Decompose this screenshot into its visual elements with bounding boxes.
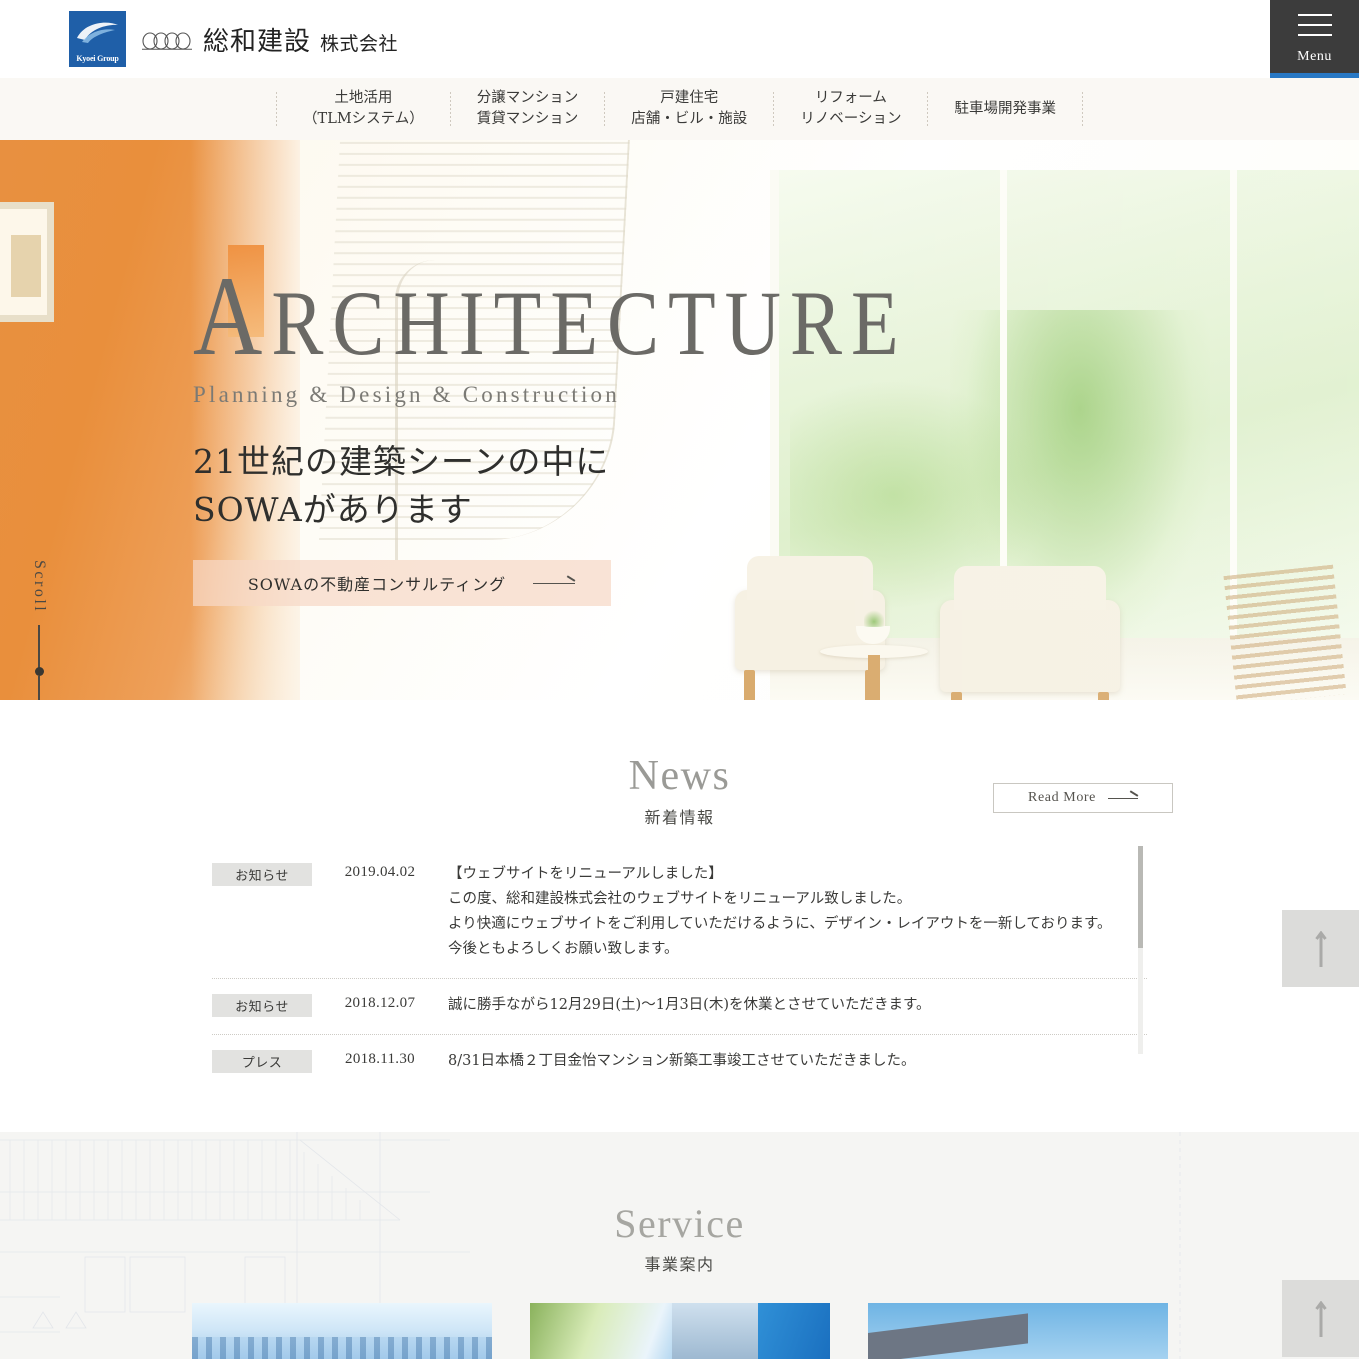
four-rings-icon [142, 31, 192, 50]
news-section: News 新着情報 Read More お知らせ 2019.04.02 【ウェブ… [0, 700, 1359, 1132]
nav-item-label-line1: 戸建住宅 [660, 90, 719, 106]
nav-item-label-line1: 分譲マンション [476, 90, 579, 106]
news-category-badge: お知らせ [212, 863, 312, 886]
menu-button[interactable]: Menu [1270, 0, 1359, 78]
service-card[interactable] [867, 1303, 1168, 1359]
news-category-badge: お知らせ [212, 994, 312, 1017]
nav-item-land-use[interactable]: 土地活用 （TLMシステム） [277, 88, 450, 130]
kyoei-swoosh-icon [77, 22, 118, 43]
service-section: Service 事業案内 [0, 1132, 1359, 1359]
scroll-dot [34, 667, 44, 677]
news-date: 2018.11.30 [345, 1051, 415, 1067]
nav-divider [1081, 92, 1083, 126]
arrow-up-icon [1314, 930, 1327, 967]
scroll-line [38, 625, 40, 672]
hero-title: ARCHITECTURE [193, 259, 908, 372]
site-logo[interactable]: Kyoei Group 総和建設 株式会社 [69, 11, 398, 67]
hamburger-icon [1297, 14, 1332, 44]
hero-catch-line2: SOWAがあります [193, 490, 473, 529]
service-card[interactable] [191, 1303, 492, 1359]
menu-button-label: Menu [1297, 49, 1332, 64]
news-category-badge: プレス [212, 1050, 312, 1073]
nav-item-reform[interactable]: リフォーム リノベーション [774, 88, 927, 130]
news-read-more-label: Read More [1028, 790, 1096, 805]
news-text-line: 今後ともよろしくお願い致します。 [448, 941, 679, 957]
news-scrollbar-thumb[interactable] [1138, 846, 1143, 948]
hero-cta-label: SOWAの不動産コンサルティング [247, 575, 507, 594]
nav-item-label-line2: 店舗・ビル・施設 [631, 111, 748, 127]
scroll-label: Scroll [31, 560, 48, 614]
news-text-line: この度、総和建設株式会社のウェブサイトをリニューアル致しました。 [448, 891, 912, 907]
service-card[interactable] [529, 1303, 830, 1359]
nav-item-label-line1: 駐車場開発事業 [954, 100, 1056, 117]
news-list-item[interactable]: プレス 2018.11.30 8/31日本橋２丁目金怡マンション新築工事竣工させ… [212, 1035, 1147, 1090]
news-text-line: 8/31日本橋２丁目金怡マンション新築工事竣工させていただきました。 [448, 1053, 916, 1069]
nav-item-label-line2: リノベーション [800, 111, 902, 127]
back-to-top-button[interactable] [1282, 1280, 1359, 1357]
global-nav: 土地活用 （TLMシステム） 分譲マンション 賃貸マンション 戸建住宅 店舗・ビ… [0, 78, 1359, 140]
company-name-main: 総和建設 [203, 26, 312, 57]
news-list-item[interactable]: お知らせ 2018.12.07 誠に勝手ながら12月29日(土)〜1月3日(木)… [212, 979, 1147, 1035]
nav-item-label-line1: 土地活用 [334, 90, 393, 106]
hero-section: ARCHITECTURE Planning & Design & Constru… [0, 140, 1359, 700]
news-date: 2019.04.02 [344, 864, 416, 880]
company-name-sub: 株式会社 [320, 32, 399, 55]
kyoei-group-label: Kyoei Group [76, 54, 119, 63]
arrow-right-icon [1108, 789, 1138, 807]
kyoei-group-logo-icon: Kyoei Group [69, 11, 126, 67]
nav-item-detached-house[interactable]: 戸建住宅 店舗・ビル・施設 [605, 88, 773, 130]
arrow-right-icon [533, 574, 611, 592]
nav-item-parking[interactable]: 駐車場開発事業 [928, 99, 1082, 120]
news-text-line: 【ウェブサイトをリニューアルしました】 [448, 866, 723, 882]
hero-cta-button[interactable]: SOWAの不動産コンサルティング [193, 560, 611, 606]
back-to-top-button[interactable] [1282, 910, 1359, 987]
hero-catch-line1: 21世紀の建築シーンの中に [193, 442, 610, 481]
news-list-item[interactable]: お知らせ 2019.04.02 【ウェブサイトをリニューアルしました】 この度、… [212, 848, 1147, 979]
site-header: Kyoei Group 総和建設 株式会社 Menu [0, 0, 1359, 78]
hero-title-rest: RCHITECTURE [271, 271, 908, 374]
hero-copy: ARCHITECTURE Planning & Design & Constru… [193, 259, 908, 606]
nav-item-label-line1: リフォーム [814, 90, 887, 106]
news-list: お知らせ 2019.04.02 【ウェブサイトをリニューアルしました】 この度、… [212, 848, 1147, 1090]
news-text-line: より快適にウェブサイトをご利用していただけるように、デザイン・レイアウトを一新し… [448, 916, 1112, 932]
news-text-line: 誠に勝手ながら12月29日(土)〜1月3日(木)を休業とさせていただきます。 [448, 997, 931, 1013]
arrow-up-icon [1314, 1300, 1327, 1337]
hero-catchcopy: 21世紀の建築シーンの中に SOWAがあります [193, 438, 908, 534]
nav-item-label-line2: 賃貸マンション [476, 111, 579, 127]
nav-item-condominium[interactable]: 分譲マンション 賃貸マンション [451, 88, 605, 130]
scroll-line-lower [38, 676, 40, 700]
news-scrollbar[interactable] [1138, 846, 1143, 1054]
hero-subtitle: Planning & Design & Construction [193, 382, 620, 407]
hero-title-cap: A [193, 252, 272, 379]
menu-accent-bar [1270, 73, 1359, 78]
nav-item-label-line2: （TLMシステム） [303, 111, 424, 127]
news-text: 誠に勝手ながら12月29日(土)〜1月3日(木)を休業とさせていただきます。 [448, 993, 931, 1018]
news-text: 8/31日本橋２丁目金怡マンション新築工事竣工させていただきました。 [448, 1049, 916, 1074]
company-name: 総和建設 株式会社 [142, 21, 398, 58]
news-date: 2018.12.07 [344, 995, 416, 1011]
news-text: 【ウェブサイトをリニューアルしました】 この度、総和建設株式会社のウェブサイトを… [448, 862, 1112, 962]
scroll-indicator[interactable]: Scroll [30, 560, 48, 700]
service-card-list [0, 1303, 1359, 1359]
news-read-more-button[interactable]: Read More [993, 783, 1173, 813]
